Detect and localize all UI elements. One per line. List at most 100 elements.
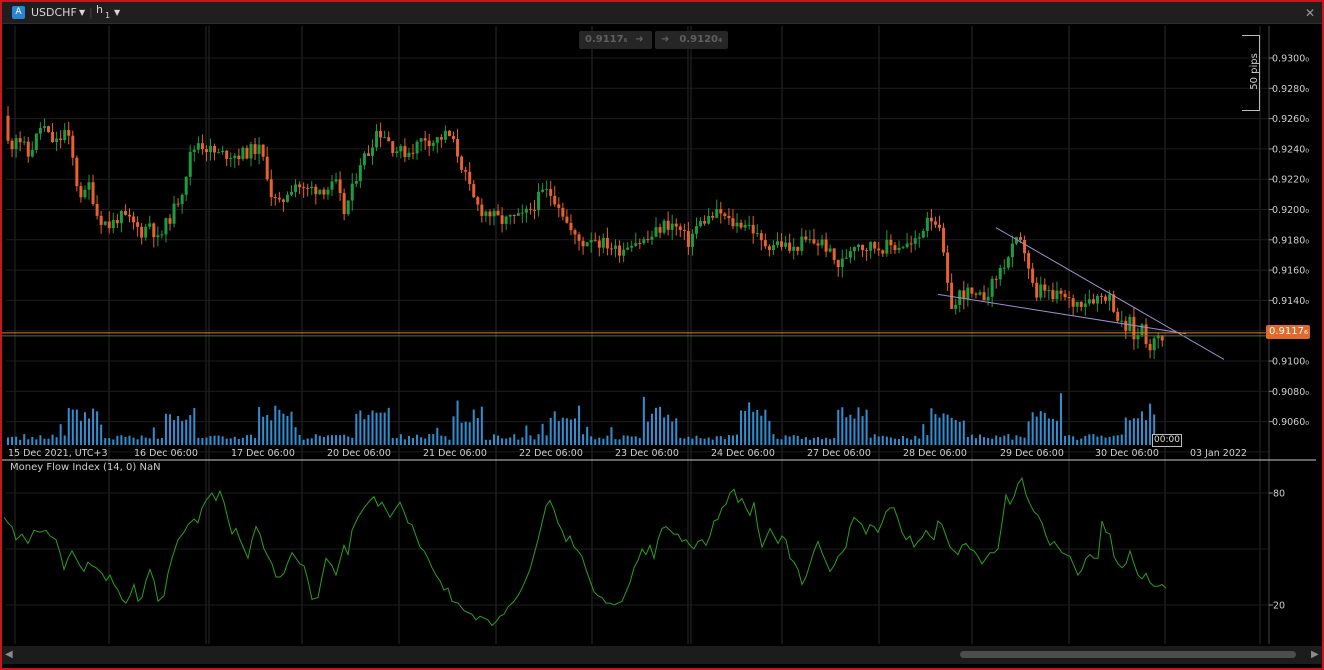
volume-bar bbox=[108, 438, 111, 445]
volume-bar bbox=[679, 437, 682, 445]
symbol-selector[interactable]: USDCHF bbox=[31, 2, 77, 24]
volume-bar bbox=[298, 435, 301, 445]
candle-body bbox=[1079, 301, 1083, 308]
candle-body bbox=[844, 257, 848, 259]
scroll-left-icon[interactable]: ◀ bbox=[5, 646, 13, 664]
candle-body bbox=[492, 210, 496, 217]
candle-body bbox=[148, 223, 152, 227]
candle-body bbox=[1152, 338, 1156, 351]
candle-body bbox=[557, 204, 561, 208]
candle-body bbox=[168, 218, 172, 224]
candle-body bbox=[601, 237, 605, 248]
candle-body bbox=[209, 145, 212, 153]
scroll-right-icon[interactable]: ▶ bbox=[1311, 646, 1319, 664]
candle-body bbox=[646, 239, 650, 241]
candle-body bbox=[699, 221, 703, 227]
candle-body bbox=[828, 248, 832, 252]
volume-bar bbox=[1132, 418, 1135, 445]
candle-body bbox=[298, 184, 302, 188]
close-icon[interactable]: ✕ bbox=[1305, 2, 1315, 24]
volume-bar bbox=[318, 435, 321, 445]
x-tick-label: 28 Dec 06:00 bbox=[903, 448, 967, 459]
candle-body bbox=[1027, 253, 1031, 269]
volume-bar bbox=[407, 435, 410, 445]
volume-bar bbox=[561, 417, 564, 445]
volume-bar bbox=[610, 427, 613, 445]
volume-bar bbox=[391, 438, 394, 445]
horizontal-scrollbar[interactable]: ◀ ▶ bbox=[2, 646, 1322, 664]
volume-bar bbox=[412, 438, 414, 445]
volume-bar bbox=[1124, 417, 1127, 445]
volume-bar bbox=[898, 439, 900, 445]
candle-body bbox=[26, 141, 30, 157]
volume-bar bbox=[116, 435, 119, 445]
candle-body bbox=[998, 268, 1002, 280]
volume-bar bbox=[79, 420, 82, 445]
volume-bar bbox=[213, 435, 216, 445]
volume-bar bbox=[1060, 393, 1062, 445]
symbol-dropdown-icon[interactable]: ▼ bbox=[79, 2, 85, 24]
sell-arrow-icon[interactable]: ➜ bbox=[627, 31, 652, 49]
timeframe-selector[interactable]: h bbox=[96, 2, 103, 21]
volume-bar bbox=[225, 438, 228, 445]
volume-bar bbox=[128, 435, 131, 445]
chart-canvas[interactable]: 0.9300₀ 0.9280₀ 0.9260₀ 0.9240₀ 0.9220₀ 0.920… bbox=[2, 24, 1322, 646]
candle-body bbox=[537, 191, 541, 211]
candle-body bbox=[905, 243, 909, 248]
volume-bar bbox=[578, 405, 581, 445]
volume-bar bbox=[1051, 418, 1054, 445]
candle-body bbox=[614, 245, 617, 249]
candle-body bbox=[123, 211, 127, 215]
candle-body bbox=[942, 227, 946, 253]
volume-bar bbox=[549, 417, 552, 445]
chart-mode-badge[interactable]: A bbox=[12, 6, 25, 19]
volume-bar bbox=[1003, 435, 1006, 445]
volume-bar bbox=[185, 419, 188, 445]
candle-body bbox=[217, 152, 221, 154]
volume-bar bbox=[598, 437, 601, 445]
volume-bar bbox=[1104, 437, 1107, 445]
volume-bar bbox=[740, 410, 743, 445]
volume-bar bbox=[1068, 435, 1071, 445]
volume-bar bbox=[987, 438, 990, 445]
volume-bar bbox=[646, 421, 649, 445]
buy-price-button[interactable]: ➜ 0.9120₄ bbox=[655, 31, 729, 49]
scrollbar-thumb[interactable] bbox=[960, 651, 1296, 658]
volume-bar bbox=[1023, 437, 1026, 445]
volume-bar bbox=[160, 438, 163, 445]
volume-bar bbox=[375, 412, 378, 445]
volume-bar bbox=[383, 412, 386, 445]
volume-bar bbox=[970, 434, 973, 445]
sell-price-button[interactable]: 0.9117₆ bbox=[579, 31, 634, 49]
timeframe-dropdown-icon[interactable]: ▼ bbox=[114, 2, 120, 24]
volume-bar bbox=[245, 435, 248, 445]
volume-bar bbox=[371, 410, 374, 445]
volume-bar bbox=[290, 411, 293, 445]
volume-bar bbox=[156, 438, 159, 445]
volume-bar bbox=[695, 435, 698, 445]
volume-bar bbox=[1088, 434, 1091, 445]
candle-body bbox=[233, 155, 237, 159]
candle-body bbox=[520, 212, 524, 214]
candle-body bbox=[978, 292, 982, 295]
volume-bar bbox=[885, 436, 888, 445]
candle-body bbox=[63, 130, 67, 141]
mfi-indicator-label[interactable]: Money Flow Index (14, 0) NaN bbox=[10, 462, 161, 473]
candle-body bbox=[136, 222, 140, 227]
volume-bar bbox=[622, 435, 625, 445]
candle-body bbox=[51, 132, 55, 143]
volume-bar bbox=[399, 434, 402, 445]
volume-bar bbox=[209, 436, 212, 445]
volume-bar bbox=[501, 438, 504, 445]
volume-bar bbox=[586, 426, 589, 445]
candle-body bbox=[196, 143, 200, 150]
candle-body bbox=[83, 189, 87, 198]
volume-bar bbox=[144, 437, 147, 445]
candle-body bbox=[650, 236, 654, 240]
candle-body bbox=[1120, 320, 1124, 322]
candle-body bbox=[204, 149, 208, 153]
candle-body bbox=[314, 186, 318, 195]
volume-bar bbox=[979, 434, 981, 445]
volume-bar bbox=[687, 436, 690, 445]
candle-body bbox=[504, 216, 508, 224]
